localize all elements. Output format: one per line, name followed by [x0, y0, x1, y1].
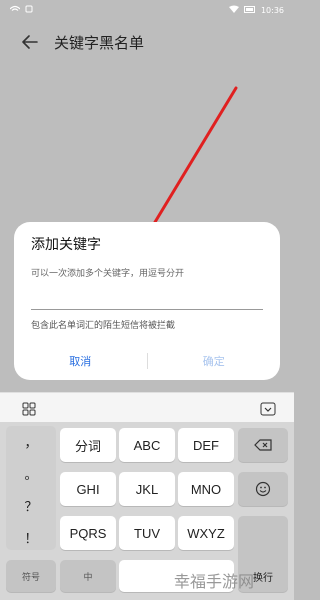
dialog-actions: 取消 确定 [14, 348, 280, 374]
dialog-title: 添加关键字 [31, 237, 101, 253]
signal-icon [9, 5, 21, 15]
key-ghi[interactable]: GHI [60, 472, 116, 506]
back-arrow-icon [22, 35, 38, 49]
battery-icon [243, 5, 256, 15]
emoji-key[interactable] [238, 472, 288, 506]
key-fenci[interactable]: 分词 [60, 428, 116, 462]
key-pqrs[interactable]: PQRS [60, 516, 116, 550]
watermark-text: 幸福手游网 [174, 572, 255, 591]
punct-period[interactable]: 。 [6, 464, 56, 483]
status-bar: 10:36 [0, 0, 294, 20]
key-abc[interactable]: ABC [119, 428, 175, 462]
key-def[interactable]: DEF [178, 428, 234, 462]
punct-comma[interactable]: ， [6, 432, 56, 451]
backspace-icon [254, 439, 272, 451]
symbols-key[interactable]: 符号 [6, 560, 56, 592]
key-tuv[interactable]: TUV [119, 516, 175, 550]
keyword-input[interactable]: 可以一次添加多个关键字，用逗号分开 [31, 266, 263, 310]
confirm-button[interactable]: 确定 [148, 353, 281, 369]
punct-question[interactable]: ？ [6, 496, 56, 515]
keyword-input-placeholder: 可以一次添加多个关键字，用逗号分开 [31, 269, 185, 279]
grid-menu-icon[interactable] [22, 401, 36, 416]
punct-exclaim[interactable]: ！ [6, 528, 56, 547]
status-time: 10:36 [260, 5, 284, 15]
page-title: 关键字黑名单 [54, 33, 145, 52]
backspace-key[interactable] [238, 428, 288, 462]
status-right: 10:36 [228, 5, 284, 15]
add-keyword-dialog: 添加关键字 可以一次添加多个关键字，用逗号分开 包含此名单词汇的陌生短信将被拦截… [14, 222, 280, 380]
dialog-hint: 包含此名单词汇的陌生短信将被拦截 [31, 321, 176, 331]
notification-icon [25, 5, 33, 15]
lang-switch-key[interactable]: 中 [60, 560, 116, 592]
back-button[interactable] [20, 32, 40, 52]
hide-keyboard-icon[interactable] [260, 401, 276, 416]
wifi-icon [228, 5, 239, 15]
keyboard-toolbar [0, 392, 294, 422]
key-mno[interactable]: MNO [178, 472, 234, 506]
key-wxyz[interactable]: WXYZ [178, 516, 234, 550]
app-bar: 关键字黑名单 [0, 24, 294, 60]
key-jkl[interactable]: JKL [119, 472, 175, 506]
emoji-icon [255, 481, 271, 497]
status-left [9, 5, 33, 15]
cancel-button[interactable]: 取消 [14, 353, 147, 369]
